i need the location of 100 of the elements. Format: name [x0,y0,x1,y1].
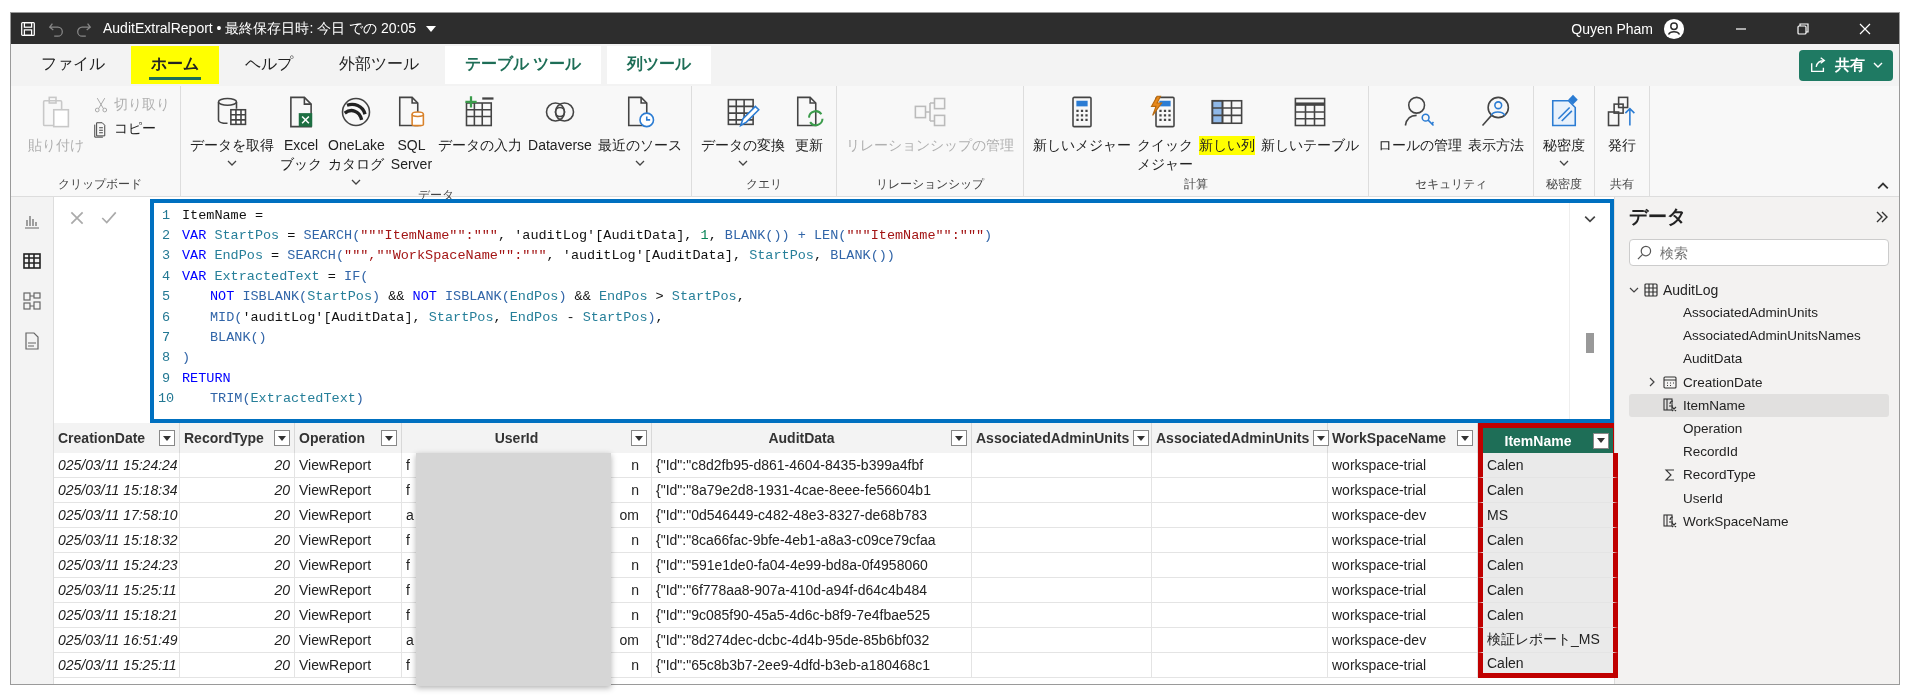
table-cell: Calen [1478,453,1618,478]
table-cell: n [631,532,639,548]
code-line: RETURN [181,370,231,386]
table-cell: 025/03/11 15:24:24 [54,453,180,478]
ribbon-button[interactable]: Excel ブック [277,92,325,176]
code-line: BLANK() [209,330,267,346]
filter-button[interactable] [1457,430,1473,446]
line-number: 2 [160,228,172,244]
table-cell: 20 [180,578,295,603]
ribbon-button[interactable]: 最近のソース [594,92,685,168]
share-button[interactable]: 共有 [1799,49,1893,81]
ribbon-button[interactable]: 新しい列 [1195,92,1258,157]
table-cell: 20 [180,553,295,578]
line-number: 5 [160,289,172,305]
code-line: ) [181,350,191,366]
ribbon-button[interactable]: SQL Server [387,92,436,176]
table-cell: f [406,557,410,573]
table-cell: Calen [1478,553,1618,578]
ribbon-tab[interactable]: 外部ツール [319,46,439,84]
chevron-right-icon [1647,377,1657,388]
table-icon[interactable] [22,251,42,271]
column-header[interactable]: AssociatedAdminUnits [1152,423,1328,453]
avatar-icon[interactable] [1663,17,1685,40]
ribbon-button[interactable]: ロールの管理 [1374,92,1465,157]
formula-editor[interactable] [150,199,1614,423]
table-cell: Calen [1478,478,1618,503]
ribbon-button[interactable]: データの入力 [435,92,526,157]
chevron-down-icon[interactable] [1584,215,1596,223]
ribbon-button[interactable]: 表示方法 [1464,92,1527,157]
ribbon-button[interactable]: 更新 [787,92,830,157]
chevron-up-icon[interactable] [1877,182,1889,190]
ribbon-tab[interactable]: ホーム [131,46,219,84]
table-cell: n [631,482,639,498]
ribbon-tab[interactable]: 列ツール [607,46,712,84]
double-chevron-right-icon[interactable] [1875,211,1889,223]
table-cell: ViewReport [295,603,402,628]
line-number: 8 [160,350,172,366]
table-cell: MS [1478,503,1618,528]
ribbon-tab[interactable]: ファイル [21,46,125,84]
table-cell: ViewReport [295,453,402,478]
filter-button[interactable] [1133,430,1150,446]
column-header[interactable]: WorkSpaceName [1328,423,1478,453]
group-label: 秘密度 [1545,176,1582,193]
field-item[interactable]: UserId [1629,486,1889,510]
filter-button[interactable] [951,430,967,446]
column-header[interactable]: RecordType [180,423,295,453]
filter-button[interactable] [274,430,290,446]
restore-icon[interactable] [1795,20,1811,37]
column-header[interactable]: Operation [295,423,402,453]
table-cell: ViewReport [295,578,402,603]
filter-button[interactable] [1313,430,1330,446]
caret-down-icon [163,435,171,441]
ribbon-small-button[interactable]: コピー [87,118,174,140]
table-cell: ViewReport [295,628,402,653]
field-item[interactable]: WorkSpaceName [1629,509,1889,533]
ribbon-button[interactable]: 新しいテーブル [1257,92,1362,157]
field-item[interactable]: ItemName [1629,393,1889,417]
caret-down-icon [1317,435,1326,441]
search-field[interactable]: 検索 [1629,239,1889,266]
save-icon[interactable] [19,19,37,38]
field-item[interactable]: RecordId [1629,440,1889,464]
field-item[interactable]: RecordType [1629,463,1889,487]
model-diagram-icon[interactable] [22,291,42,311]
table-cell: 20 [180,503,295,528]
filter-button[interactable] [159,430,175,446]
ribbon-button[interactable]: データを取得 [187,92,277,168]
field-item[interactable]: AssociatedAdminUnitsNames [1629,324,1889,348]
filter-button[interactable] [631,430,647,446]
field-item[interactable]: CreationDate [1629,370,1889,394]
filter-button[interactable] [1593,432,1609,449]
field-item[interactable]: AuditData [1629,347,1889,371]
group-label: クエリ [745,176,782,193]
line-number: 9 [160,370,172,386]
scrollbar-thumb[interactable] [1586,333,1594,353]
calculated-column-icon [1663,514,1677,529]
table-cell: 025/03/11 15:24:23 [54,553,180,578]
table-cell: {"Id":"6f778aa8-907a-410d-a94f-d64c4b484 [652,578,972,603]
tree-item[interactable]: AuditLog [1629,278,1889,301]
ribbon-button[interactable]: 秘密度 [1539,92,1588,168]
code-line: TRIM(ExtractedText) [209,391,364,407]
ribbon-button[interactable]: クイック メジャー [1133,92,1196,176]
ribbon-button[interactable]: OneLake カタログ [325,92,388,187]
filter-button[interactable] [381,430,397,446]
column-header[interactable]: AssociatedAdminUnits [972,423,1152,453]
ribbon-tab[interactable]: ヘルプ [225,46,313,84]
ribbon-button[interactable]: 新しいメジャー [1029,92,1134,157]
column-header[interactable]: CreationDate [54,423,180,453]
ribbon-button[interactable]: Dataverse [525,92,595,157]
ribbon-button[interactable]: データの変換 [697,92,788,168]
chevron-down-icon [1873,62,1883,68]
ribbon-button[interactable]: 発行 [1600,92,1643,157]
code-line: ItemName = [181,207,263,223]
column-header[interactable]: AuditData [652,423,972,453]
caret-down-icon[interactable] [426,25,436,32]
table-cell: {"Id":"c8d2fb95-d861-4604-8435-b399a4fbf [652,453,972,478]
table-cell: {"Id":"8a79e2d8-1931-4cae-8eee-fe56604b1 [652,478,972,503]
field-item[interactable]: Operation [1629,416,1889,441]
ribbon-tab[interactable]: テーブル ツール [445,46,602,84]
field-item[interactable]: AssociatedAdminUnits [1629,301,1889,325]
table-cell: ViewReport [295,653,402,678]
